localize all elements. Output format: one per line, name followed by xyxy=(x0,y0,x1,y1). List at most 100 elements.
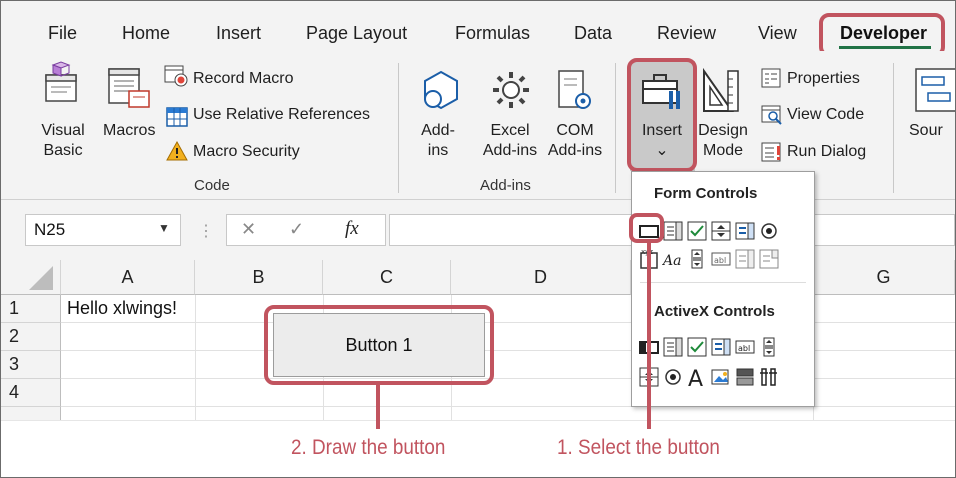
row-header-4[interactable]: 4 xyxy=(1,379,61,407)
gridline xyxy=(61,406,955,407)
com-addins-label-2: Add-ins xyxy=(547,142,603,159)
row-header-3[interactable]: 3 xyxy=(1,351,61,379)
group-label-code: Code xyxy=(194,177,230,194)
record-macro-icon xyxy=(164,65,188,87)
relative-references-icon xyxy=(166,107,188,127)
grid-bottom-edge xyxy=(1,420,955,421)
visual-basic-icon xyxy=(43,61,83,105)
run-dialog-button[interactable]: Run Dialog xyxy=(787,142,866,162)
properties-button[interactable]: Properties xyxy=(787,69,860,89)
com-addins-button[interactable]: COM Add-ins xyxy=(543,121,607,161)
record-macro-button[interactable]: Record Macro xyxy=(193,69,293,89)
source-button[interactable]: Sour xyxy=(909,121,943,141)
insert-button-highlight xyxy=(627,58,697,172)
select-the-button-caption: 1. Select the button xyxy=(557,436,720,459)
activex-list-box-icon[interactable] xyxy=(710,336,732,358)
visual-basic-button[interactable]: Visual Basic xyxy=(37,121,89,161)
tab-insert[interactable]: Insert xyxy=(216,23,261,44)
column-header-c[interactable]: C xyxy=(323,260,451,295)
column-header-d[interactable]: D xyxy=(451,260,631,295)
name-box-dropdown-icon[interactable]: ▼ xyxy=(158,221,170,235)
properties-icon xyxy=(761,68,781,88)
cell-a1[interactable]: Hello xlwings! xyxy=(67,298,177,319)
form-list-box-icon[interactable] xyxy=(734,220,756,242)
form-combo-dropdown-icon[interactable] xyxy=(758,248,780,270)
name-box[interactable]: N25 ▼ xyxy=(25,214,181,246)
form-button-highlight xyxy=(629,213,664,243)
addins-label-1: Add- xyxy=(421,122,455,139)
addins-button[interactable]: Add- ins xyxy=(417,121,459,161)
view-code-button[interactable]: View Code xyxy=(787,105,864,125)
enter-icon[interactable]: ✓ xyxy=(289,219,304,240)
visual-basic-label-2: Basic xyxy=(43,142,83,159)
addins-label-2: ins xyxy=(427,142,449,159)
tab-formulas[interactable]: Formulas xyxy=(455,23,530,44)
gridline xyxy=(61,350,955,351)
form-scroll-bar-icon[interactable] xyxy=(686,248,708,270)
activex-more-controls-icon[interactable] xyxy=(758,366,780,388)
column-header-a[interactable]: A xyxy=(61,260,195,295)
gridline xyxy=(61,378,955,379)
run-dialog-icon xyxy=(761,142,783,162)
design-mode-button[interactable]: Design Mode xyxy=(695,121,751,161)
svg-text:Aa: Aa xyxy=(662,253,681,269)
tab-page-layout[interactable]: Page Layout xyxy=(306,23,407,44)
svg-text:abl: abl xyxy=(738,344,750,353)
macro-security-button[interactable]: Macro Security xyxy=(193,142,300,162)
form-text-field-icon[interactable]: abl xyxy=(710,248,732,270)
select-all-corner[interactable] xyxy=(1,260,61,295)
activex-check-box-icon[interactable] xyxy=(686,336,708,358)
warning-icon xyxy=(166,141,188,161)
tab-review[interactable]: Review xyxy=(657,23,716,44)
tab-view[interactable]: View xyxy=(758,23,797,44)
gear-icon xyxy=(489,68,533,112)
design-mode-label-2: Mode xyxy=(702,142,744,159)
form-spin-button-icon[interactable] xyxy=(710,220,732,242)
row-header-5[interactable] xyxy=(1,407,61,420)
activex-text-box-icon[interactable]: abl xyxy=(734,336,756,358)
design-mode-icon xyxy=(702,67,742,113)
form-combo-box-icon[interactable] xyxy=(662,220,684,242)
tab-home[interactable]: Home xyxy=(122,23,170,44)
group-separator-2 xyxy=(615,63,616,193)
form-check-box-icon[interactable] xyxy=(686,220,708,242)
ribbon-tab-bar: File Home Insert Page Layout Formulas Da… xyxy=(1,1,955,51)
use-relative-references-button[interactable]: Use Relative References xyxy=(193,105,370,125)
activex-label-icon[interactable]: A xyxy=(686,366,708,388)
gridline xyxy=(195,295,196,420)
activex-controls-heading: ActiveX Controls xyxy=(654,303,775,320)
formula-buttons: ✕ ✓ fx xyxy=(226,214,386,246)
activex-option-button-icon[interactable] xyxy=(662,366,684,388)
activex-toggle-button-icon[interactable] xyxy=(734,366,756,388)
activex-combo-box-icon[interactable] xyxy=(662,336,684,358)
select-pointer-line xyxy=(647,243,651,429)
insert-controls-dropdown: Form Controls xyz Aa abl ActiveX Control… xyxy=(631,171,815,407)
formula-bar-grip-icon: ⋮ xyxy=(198,223,214,240)
group-separator xyxy=(398,63,399,193)
form-option-button-icon[interactable] xyxy=(758,220,780,242)
column-header-g[interactable]: G xyxy=(813,260,955,295)
macros-button[interactable]: Macros xyxy=(103,121,155,141)
form-controls-heading: Form Controls xyxy=(654,185,758,202)
cancel-icon[interactable]: ✕ xyxy=(241,219,256,240)
row-header-2[interactable]: 2 xyxy=(1,323,61,351)
design-mode-label-1: Design xyxy=(698,122,748,139)
insert-function-icon[interactable]: fx xyxy=(345,218,359,240)
svg-text:abl: abl xyxy=(714,256,726,265)
button-1-highlight xyxy=(264,305,494,385)
form-label-icon[interactable]: Aa xyxy=(662,248,684,270)
tab-file[interactable]: File xyxy=(48,23,77,44)
tab-data[interactable]: Data xyxy=(574,23,612,44)
excel-window: File Home Insert Page Layout Formulas Da… xyxy=(0,0,956,478)
activex-image-icon[interactable] xyxy=(710,366,732,388)
activex-scroll-bar-icon[interactable] xyxy=(758,336,780,358)
row-header-1[interactable]: 1 xyxy=(1,295,61,323)
excel-addins-button[interactable]: Excel Add-ins xyxy=(473,121,547,161)
com-addins-label-1: COM xyxy=(556,122,594,139)
excel-addins-label-2: Add-ins xyxy=(482,142,538,159)
group-separator-3 xyxy=(893,63,894,193)
column-header-b[interactable]: B xyxy=(195,260,323,295)
com-addins-icon xyxy=(555,69,595,113)
addins-icon xyxy=(419,69,463,113)
form-combo-list-icon[interactable] xyxy=(734,248,756,270)
